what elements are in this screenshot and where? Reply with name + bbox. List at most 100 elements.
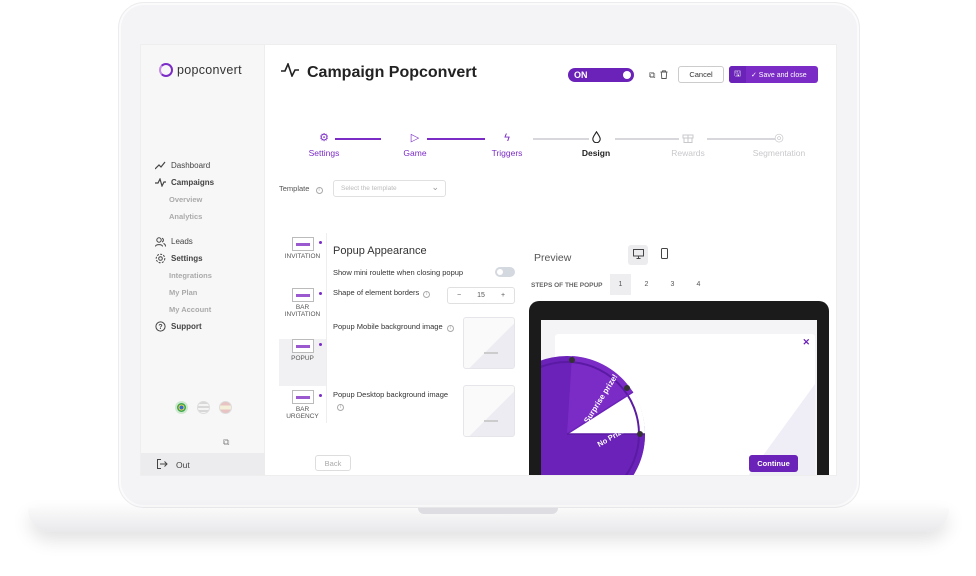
language-switcher (175, 401, 232, 414)
mini-roulette-switch[interactable] (495, 267, 515, 277)
sidebar-item-support[interactable]: ? Support (155, 318, 263, 335)
logout-label: Out (176, 460, 190, 470)
external-link-icon[interactable]: ⧉ (223, 437, 229, 448)
br-flag-icon[interactable] (175, 401, 188, 414)
sidebar-item-settings[interactable]: Settings (155, 250, 263, 267)
preview-screen: ✕ Surprise prize! No Prizes. (541, 320, 817, 475)
element-thumbnail (291, 390, 314, 404)
step-game[interactable]: ▷ Game (385, 131, 445, 158)
mobile-bg-label: Popup Mobile background image (333, 322, 443, 331)
logo[interactable]: popconvert (159, 63, 242, 77)
save-icon: 🖫 (729, 66, 746, 83)
element-label: BAR URGENCY (286, 406, 319, 420)
element-thumbnail (291, 237, 314, 251)
template-label-text: Template (279, 184, 310, 193)
sidebar-item-campaigns[interactable]: Campaigns (155, 174, 263, 191)
laptop-notch (418, 508, 558, 514)
sidebar-subitem-my-plan[interactable]: My Plan (155, 284, 263, 301)
element-thumbnail (291, 339, 314, 353)
step-label: Rewards (671, 148, 705, 158)
info-icon: i (315, 187, 323, 194)
popup-steps-label: STEPS OF THE POPUP (531, 282, 603, 289)
border-radius-stepper[interactable]: − 15 + (447, 287, 515, 304)
sidebar-item-dashboard[interactable]: Dashboard (155, 157, 263, 174)
back-button[interactable]: Back (315, 455, 351, 471)
popup-step-1[interactable]: 1 (610, 274, 631, 295)
users-icon (155, 236, 166, 247)
sidebar-subitem-overview[interactable]: Overview (155, 191, 263, 208)
logout-icon (157, 459, 168, 471)
step-label: Game (403, 148, 427, 158)
us-flag-icon[interactable] (197, 401, 210, 414)
sidebar-item-label: Support (171, 322, 202, 331)
gear-icon (155, 253, 166, 264)
main-content: Campaign Popconvert ON ⧉ Cancel 🖫 ✓ Save… (265, 45, 836, 475)
info-icon: i (423, 291, 431, 298)
border-shape-row: Shape of element borders i − 15 + (333, 287, 515, 321)
popup-step-3[interactable]: 3 (662, 274, 683, 295)
element-invitation[interactable]: INVITATION (279, 237, 326, 284)
mini-roulette-row: Show mini roulette when closing popup (333, 267, 515, 287)
play-icon: ▷ (410, 132, 420, 144)
decrement-button[interactable]: − (448, 288, 470, 303)
close-icon[interactable]: ✕ (802, 337, 810, 348)
sidebar-item-leads[interactable]: Leads (155, 233, 263, 250)
save-and-close-button[interactable]: 🖫 ✓ Save and close (729, 66, 818, 83)
step-segmentation[interactable]: ◎ Segmentation (749, 131, 809, 158)
element-bar-invitation[interactable]: BAR INVITATION (279, 288, 326, 335)
status-dot (319, 241, 322, 244)
element-label: POPUP (291, 355, 314, 362)
logout-button[interactable]: Out (141, 453, 265, 475)
cancel-button[interactable]: Cancel (678, 66, 724, 83)
status-label: ON (574, 70, 588, 80)
trend-icon (155, 160, 166, 171)
copy-icon[interactable]: ⧉ (649, 70, 655, 81)
drop-icon (566, 130, 626, 145)
campaign-title: Campaign Popconvert (307, 63, 477, 81)
element-label: BAR INVITATION (284, 304, 321, 318)
sidebar-item-label: Dashboard (171, 161, 211, 170)
status-dot (319, 343, 322, 346)
sidebar-subitem-integrations[interactable]: Integrations (155, 267, 263, 284)
trash-icon[interactable] (660, 70, 668, 81)
border-shape-label: Shape of element borders (333, 288, 420, 297)
desktop-bg-upload[interactable] (463, 385, 515, 437)
appearance-panel: Popup Appearance Show mini roulette when… (333, 245, 515, 437)
app-screen: popconvert Dashboard Campaigns Overview … (140, 44, 837, 476)
step-rewards[interactable]: Rewards (658, 131, 718, 158)
bolt-icon: ϟ (504, 132, 510, 144)
element-popup[interactable]: POPUP (279, 339, 326, 386)
laptop-mockup: popconvert Dashboard Campaigns Overview … (0, 0, 976, 576)
popup-step-4[interactable]: 4 (688, 274, 709, 295)
popconvert-logo-icon (159, 63, 173, 77)
desktop-view-button[interactable] (628, 245, 648, 265)
border-radius-value[interactable]: 15 (470, 288, 492, 303)
mobile-bg-upload[interactable] (463, 317, 515, 369)
sidebar: popconvert Dashboard Campaigns Overview … (141, 45, 265, 475)
template-select[interactable]: Select the template (333, 180, 446, 197)
sidebar-nav: Dashboard Campaigns Overview Analytics L… (155, 157, 263, 335)
increment-button[interactable]: + (492, 288, 514, 303)
step-settings[interactable]: ⚙ Settings (294, 131, 354, 158)
panel-title: Popup Appearance (333, 245, 427, 257)
desktop-bg-row: Popup Desktop background image i (333, 385, 515, 437)
campaign-status-toggle[interactable]: ON (568, 68, 634, 82)
gear-icon: ⚙ (319, 132, 329, 144)
element-bar-urgency[interactable]: BAR URGENCY (279, 390, 326, 437)
mobile-view-button[interactable] (654, 245, 674, 265)
template-label: Template i (279, 184, 323, 194)
header-actions: ⧉ (649, 70, 668, 81)
continue-button[interactable]: Continue (749, 455, 798, 472)
step-label: Segmentation (752, 148, 806, 158)
roulette-wheel: Surprise prize! No Prizes. (541, 356, 646, 475)
phone-icon (660, 248, 668, 262)
es-flag-icon[interactable] (219, 401, 232, 414)
sidebar-subitem-my-account[interactable]: My Account (155, 301, 263, 318)
sidebar-subitem-analytics[interactable]: Analytics (155, 208, 263, 225)
popup-step-2[interactable]: 2 (636, 274, 657, 295)
mobile-bg-row: Popup Mobile background image i (333, 317, 515, 389)
step-design[interactable]: Design (566, 130, 626, 158)
info-icon: i (337, 404, 344, 411)
step-triggers[interactable]: ϟ Triggers (477, 131, 537, 158)
pulse-icon (281, 61, 299, 82)
